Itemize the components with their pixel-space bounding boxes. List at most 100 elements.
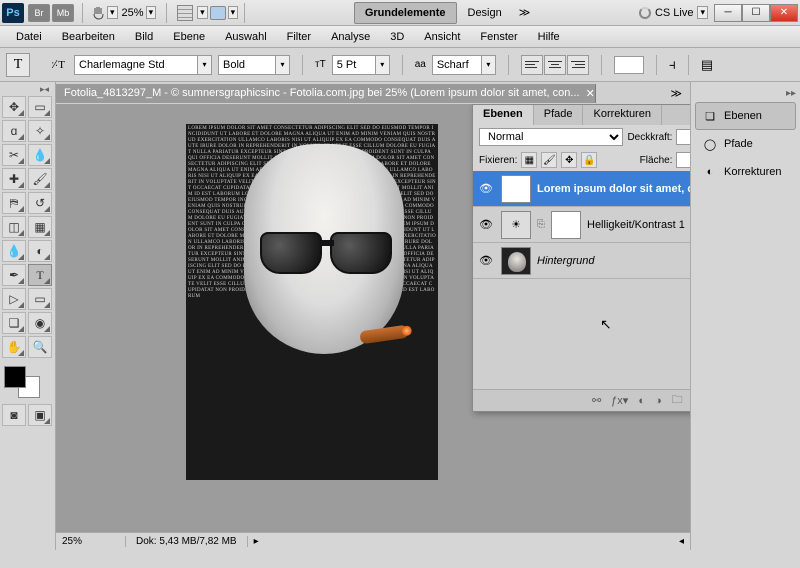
workspace-design[interactable]: Design (457, 2, 513, 24)
layer-mask-thumb[interactable] (551, 211, 581, 239)
blend-mode-select[interactable]: Normal (479, 128, 623, 146)
font-size-dropdown[interactable]: ▾ (376, 55, 390, 75)
type-tool[interactable]: T (28, 264, 52, 286)
layer-thumb-text-icon[interactable]: T (501, 175, 531, 203)
marquee-tool[interactable]: ▭ (28, 96, 52, 118)
crop-tool[interactable]: ✂ (2, 144, 26, 166)
cs-live-button[interactable]: CS Live ▾ (639, 6, 708, 19)
pen-tool[interactable]: ✒ (2, 264, 26, 286)
canvas[interactable]: LOREM IPSUM DOLOR SIT AMET CONSECTETUR A… (56, 104, 690, 532)
group-icon[interactable]: 🗀 (672, 391, 683, 410)
lock-all-button[interactable]: 🔒 (581, 152, 597, 168)
screenmode-tool[interactable]: ▣ (28, 404, 52, 426)
adjustment-icon[interactable]: ☀ (501, 211, 531, 239)
minibridge-badge[interactable]: Mb (52, 4, 74, 22)
hand-tool[interactable]: ✋ (2, 336, 26, 358)
zoom-combo[interactable]: 25% ▾ (118, 4, 161, 21)
visibility-icon[interactable]: 👁 (477, 182, 495, 195)
warp-text-icon[interactable]: ⫞ (669, 56, 676, 73)
dock-pfade[interactable]: ◯ Pfade (695, 130, 796, 158)
font-family-dropdown[interactable]: ▾ (198, 55, 212, 75)
menu-fenster[interactable]: Fenster (472, 28, 525, 46)
workspace-more-icon[interactable]: ≫ (519, 6, 531, 19)
menu-filter[interactable]: Filter (279, 28, 319, 46)
fill-input[interactable] (676, 152, 690, 168)
bridge-badge[interactable]: Br (28, 4, 50, 22)
menu-bearbeiten[interactable]: Bearbeiten (54, 28, 123, 46)
layer-adjustment[interactable]: 👁 ☀ ⎘ Helligkeit/Kontrast 1 (473, 207, 690, 243)
maximize-button[interactable]: ☐ (742, 4, 770, 22)
eraser-tool[interactable]: ◫ (2, 216, 26, 238)
active-tool-indicator[interactable]: T (6, 53, 30, 77)
panel-tab-korrekturen[interactable]: Korrekturen (583, 105, 661, 125)
antialias-input[interactable] (432, 55, 482, 75)
arrange-dropdown[interactable]: ▾ (197, 6, 208, 19)
layer-thumb-image[interactable] (501, 247, 531, 275)
layer-name[interactable]: Lorem ipsum dolor sit amet, conse... (537, 183, 690, 195)
align-center-button[interactable] (544, 55, 566, 75)
history-brush-tool[interactable]: ↺ (28, 192, 52, 214)
menu-3d[interactable]: 3D (382, 28, 412, 46)
scroll-left-icon[interactable]: ◂ (673, 536, 690, 547)
menu-datei[interactable]: Datei (8, 28, 50, 46)
dock-ebenen[interactable]: ❏ Ebenen (695, 102, 796, 130)
3d-camera-tool[interactable]: ◉ (28, 312, 52, 334)
dock-korrekturen[interactable]: ◐ Korrekturen (695, 158, 796, 186)
heal-tool[interactable]: ✚ (2, 168, 26, 190)
character-panel-icon[interactable]: ▤ (701, 57, 713, 73)
layer-background[interactable]: 👁 Hintergrund 🔒 (473, 243, 690, 279)
tab-close-icon[interactable]: ✕ (586, 87, 595, 100)
foreground-color-swatch[interactable] (4, 366, 26, 388)
layer-name[interactable]: Helligkeit/Kontrast 1 (587, 219, 690, 231)
color-picker[interactable] (2, 364, 42, 400)
close-button[interactable]: ✕ (770, 4, 798, 22)
toolpanel-collapse-icon[interactable]: ▸◂ (2, 84, 53, 96)
layer-text[interactable]: 👁 T Lorem ipsum dolor sit amet, conse... (473, 171, 690, 207)
text-color-swatch[interactable] (614, 56, 644, 74)
panel-tab-ebenen[interactable]: Ebenen (473, 105, 534, 125)
blur-tool[interactable]: 💧 (2, 240, 26, 262)
menu-hilfe[interactable]: Hilfe (530, 28, 568, 46)
document-tab[interactable]: Fotolia_4813297_M - © sumnersgraphicsinc… (56, 84, 596, 103)
screen-mode-dropdown[interactable]: ▾ (228, 6, 239, 19)
lasso-tool[interactable]: ɑ (2, 120, 26, 142)
status-menu-icon[interactable]: ▸ (248, 536, 265, 547)
dock-collapse-icon[interactable]: ▸▸ (786, 88, 796, 102)
font-family-input[interactable] (74, 55, 198, 75)
opacity-input[interactable] (676, 129, 690, 145)
align-left-button[interactable] (521, 55, 543, 75)
hand-dropdown[interactable]: ▾ (107, 6, 118, 19)
menu-ebene[interactable]: Ebene (165, 28, 213, 46)
menu-ansicht[interactable]: Ansicht (416, 28, 468, 46)
mask-icon[interactable]: ◐ (638, 395, 645, 407)
hand-icon[interactable] (89, 4, 107, 22)
menu-bild[interactable]: Bild (127, 28, 161, 46)
adjustment-layer-icon[interactable]: ◑ (655, 395, 662, 407)
arrange-grid-icon[interactable] (177, 5, 193, 21)
font-style-dropdown[interactable]: ▾ (276, 55, 290, 75)
gradient-tool[interactable]: ▦ (28, 216, 52, 238)
shape-tool[interactable]: ▭ (28, 288, 52, 310)
lock-transparency-button[interactable]: ▦ (521, 152, 537, 168)
workspace-grundelemente[interactable]: Grundelemente (354, 2, 457, 24)
screen-mode-icon[interactable] (210, 6, 226, 20)
antialias-dropdown[interactable]: ▾ (482, 55, 496, 75)
move-tool[interactable]: ✥ (2, 96, 26, 118)
menu-analyse[interactable]: Analyse (323, 28, 378, 46)
text-orientation-icon[interactable]: ⸓T (48, 55, 68, 75)
layer-name[interactable]: Hintergrund (537, 255, 690, 267)
status-dok[interactable]: Dok: 5,43 MB/7,82 MB (126, 536, 248, 547)
font-size-input[interactable] (332, 55, 376, 75)
link-layers-icon[interactable]: ⚯ (592, 394, 601, 407)
visibility-icon[interactable]: 👁 (477, 254, 495, 267)
lock-position-button[interactable]: ✥ (561, 152, 577, 168)
align-right-button[interactable] (567, 55, 589, 75)
brush-tool[interactable]: 🖌 (28, 168, 52, 190)
minimize-button[interactable]: ─ (714, 4, 742, 22)
3d-tool[interactable]: ❏ (2, 312, 26, 334)
zoom-tool[interactable]: 🔍 (28, 336, 52, 358)
magic-wand-tool[interactable]: ✧ (28, 120, 52, 142)
tab-overflow-icon[interactable]: ≫ (662, 87, 690, 100)
path-select-tool[interactable]: ▷ (2, 288, 26, 310)
eyedropper-tool[interactable]: 💧 (28, 144, 52, 166)
